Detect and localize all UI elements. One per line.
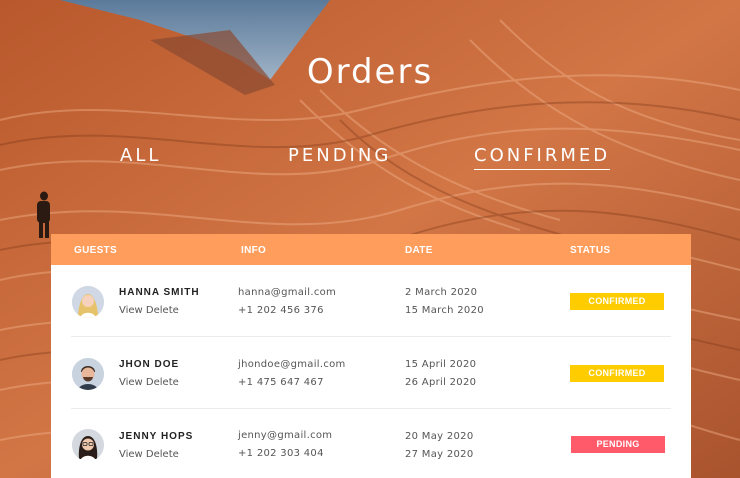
table-row: HANNA SMITH View Delete hanna@gmail.com … (51, 265, 691, 337)
avatar (72, 286, 104, 318)
tab-all[interactable]: ALL (120, 145, 161, 169)
date-from: 15 April 2020 (405, 359, 477, 370)
delete-link[interactable]: Delete (146, 377, 179, 388)
guest-name: HANNA SMITH (119, 287, 200, 298)
column-header-info: INFO (241, 245, 267, 256)
orders-table: GUESTS INFO DATE STATUS HANNA SMITH View… (51, 234, 691, 478)
date-to: 26 April 2020 (405, 377, 477, 388)
column-header-guests: GUESTS (74, 245, 117, 256)
row-actions: View Delete (119, 305, 179, 316)
row-actions: View Delete (119, 377, 179, 388)
table-row: JHON DOE View Delete jhondoe@gmail.com +… (51, 337, 691, 409)
column-header-date: DATE (405, 245, 433, 256)
row-actions: View Delete (119, 449, 179, 460)
guest-email: jhondoe@gmail.com (238, 359, 346, 370)
column-header-status: STATUS (570, 245, 611, 256)
date-from: 20 May 2020 (405, 431, 474, 442)
guest-phone: +1 202 456 376 (238, 305, 324, 316)
page-title: Orders (306, 52, 434, 92)
guest-email: jenny@gmail.com (238, 430, 333, 441)
avatar (72, 358, 104, 390)
guest-phone: +1 202 303 404 (238, 448, 324, 459)
table-header: GUESTS INFO DATE STATUS (51, 234, 691, 265)
delete-link[interactable]: Delete (146, 305, 179, 316)
status-badge: CONFIRMED (570, 293, 664, 310)
status-badge: PENDING (571, 436, 665, 453)
status-badge: CONFIRMED (570, 365, 664, 382)
tab-confirmed[interactable]: CONFIRMED (474, 145, 611, 170)
table-row: JENNY HOPS View Delete jenny@gmail.com +… (51, 409, 691, 478)
delete-link[interactable]: Delete (146, 449, 179, 460)
date-to: 15 March 2020 (405, 305, 484, 316)
guest-email: hanna@gmail.com (238, 287, 337, 298)
view-link[interactable]: View (119, 377, 143, 388)
avatar (72, 429, 104, 461)
guest-name: JENNY HOPS (119, 431, 194, 442)
view-link[interactable]: View (119, 305, 143, 316)
guest-name: JHON DOE (119, 359, 180, 370)
date-to: 27 May 2020 (405, 449, 474, 460)
view-link[interactable]: View (119, 449, 143, 460)
tab-pending[interactable]: PENDING (288, 145, 391, 169)
guest-phone: +1 475 647 467 (238, 377, 324, 388)
order-filter-tabs: ALL PENDING CONFIRMED (0, 145, 740, 173)
date-from: 2 March 2020 (405, 287, 478, 298)
